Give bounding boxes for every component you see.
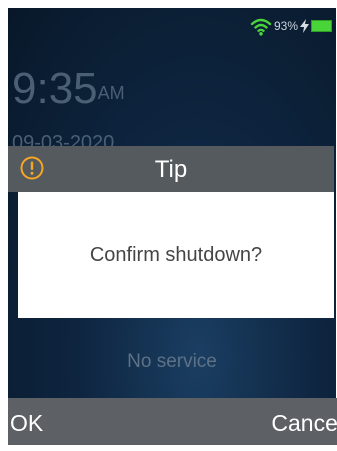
lightning-bolt-icon [300, 19, 309, 33]
battery-percent: 93% [273, 19, 298, 33]
phone-frame: 93% 9:35AM 09-03-2020 No service Tip Con… [0, 0, 337, 451]
dialog-body: Confirm shutdown? [18, 192, 334, 318]
network-status: No service [127, 351, 217, 372]
cancel-button[interactable]: Cancel [271, 398, 337, 445]
clock: 9:35AM [12, 64, 125, 114]
ok-button[interactable]: OK [10, 398, 43, 445]
dialog-message: Confirm shutdown? [89, 244, 263, 266]
status-bar: 93% [250, 15, 332, 37]
dialog-title: Tip [154, 156, 188, 183]
clock-time: 9:35 [12, 64, 98, 113]
softkey-bar: OK Cancel [8, 398, 337, 445]
battery-icon [311, 20, 332, 32]
wifi-icon [250, 18, 272, 36]
clock-ampm: AM [97, 83, 125, 103]
dialog-header: Tip [8, 146, 334, 192]
